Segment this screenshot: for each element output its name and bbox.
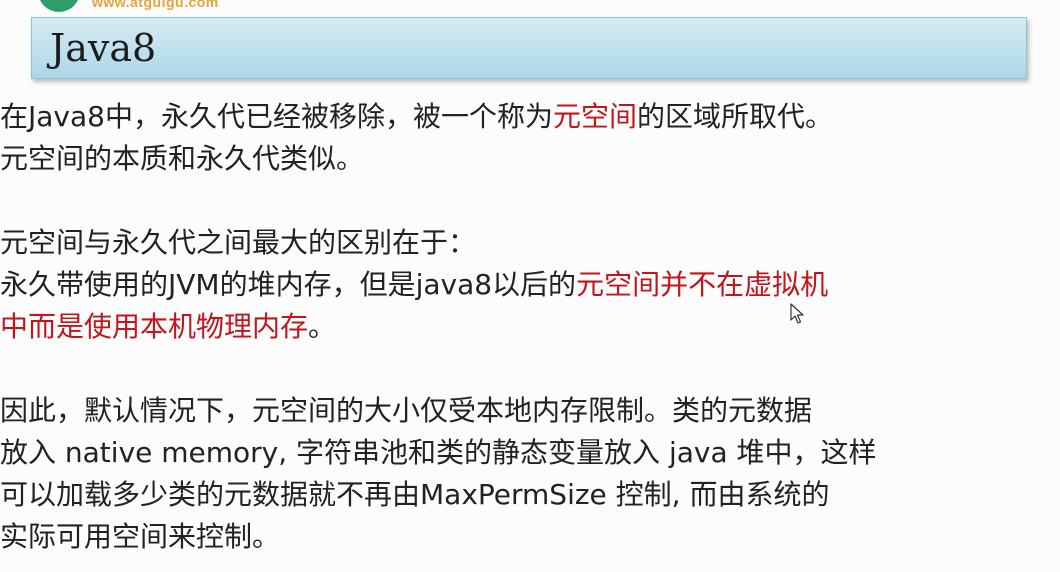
slide-title: Java8 (50, 26, 157, 70)
para3-line2: 放入 native memory, 字符串池和类的静态变量放入 java 堆中，… (0, 436, 877, 469)
para1-line1-text: 在Java8中，永久代已经被移除，被一个称为 (0, 100, 553, 133)
para1-line1: 在Java8中，永久代已经被移除，被一个称为元空间的区域所取代。 (0, 96, 1060, 138)
slide-body: 在Java8中，永久代已经被移除，被一个称为元空间的区域所取代。 元空间的本质和… (0, 96, 1060, 558)
para1-line1-tail: 的区域所取代。 (636, 100, 833, 133)
para2-line3-tail: 。 (308, 310, 337, 343)
para3-line4: 实际可用空间来控制。 (0, 520, 281, 553)
para2-line2-text: 永久带使用的JVM的堆内存，但是java8以后的 (0, 268, 577, 301)
para2-line3-emphasis: 中而是使用本机物理内存 (0, 310, 309, 343)
para3-line1: 因此，默认情况下，元空间的大小仅受本地内存限制。类的元数据 (0, 394, 813, 427)
title-bar: Java8 (31, 17, 1027, 79)
para2-line2-emphasis: 元空间并不在虚拟机 (576, 268, 829, 301)
para2-line3: 中而是使用本机物理内存。 (0, 306, 1060, 348)
mouse-cursor-icon (790, 303, 804, 324)
para2-line2: 永久带使用的JVM的堆内存，但是java8以后的元空间并不在虚拟机 (0, 264, 1060, 306)
para1-line2: 元空间的本质和永久代类似。 (0, 142, 365, 175)
para2-line1: 元空间与永久代之间最大的区别在于： (0, 226, 477, 259)
para1-line1-emphasis: 元空间 (552, 100, 637, 133)
logo-icon (38, 0, 80, 12)
site-url: www.atguigu.com (92, 0, 219, 10)
para3-line3: 可以加载多少类的元数据就不再由MaxPermSize 控制, 而由系统的 (0, 478, 830, 511)
slide: www.atguigu.com Java8 在Java8中，永久代已经被移除，被… (0, 0, 1060, 572)
